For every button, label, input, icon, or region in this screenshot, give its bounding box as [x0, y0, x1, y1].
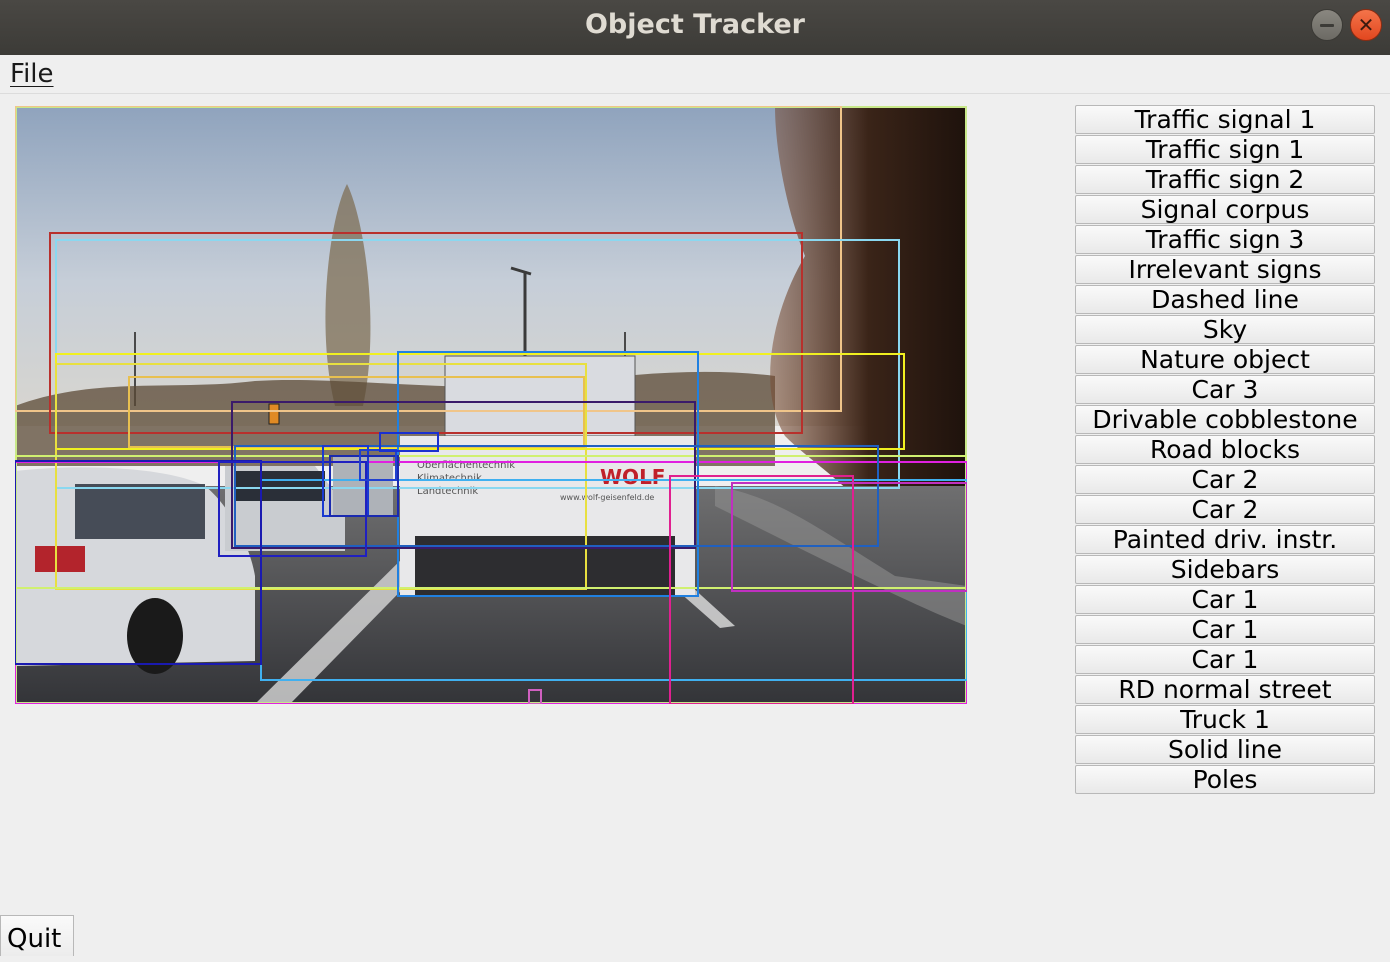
- object-button[interactable]: Drivable cobblestone: [1075, 405, 1375, 434]
- car-far: [333, 456, 393, 516]
- car-left-wagon-window: [75, 484, 205, 539]
- object-button[interactable]: Car 1: [1075, 585, 1375, 614]
- object-button[interactable]: Irrelevant signs: [1075, 255, 1375, 284]
- object-button[interactable]: Traffic sign 3: [1075, 225, 1375, 254]
- object-button[interactable]: Solid line: [1075, 735, 1375, 764]
- object-button[interactable]: RD normal street: [1075, 675, 1375, 704]
- truck-text: Klimatechnik: [417, 473, 482, 484]
- object-button[interactable]: Car 1: [1075, 645, 1375, 674]
- window-title: Object Tracker: [584, 9, 805, 40]
- truck-cabin: [444, 355, 636, 437]
- image-view[interactable]: Oberflächentechnik Klimatechnik Landtech…: [15, 106, 967, 704]
- object-button[interactable]: Car 2: [1075, 465, 1375, 494]
- minimize-icon: [1320, 23, 1334, 27]
- object-button[interactable]: Poles: [1075, 765, 1375, 794]
- object-button[interactable]: Road blocks: [1075, 435, 1375, 464]
- object-button[interactable]: Painted driv. instr.: [1075, 525, 1375, 554]
- quit-button[interactable]: Quit: [0, 915, 74, 956]
- annotated-image: Oberflächentechnik Klimatechnik Landtech…: [15, 106, 967, 704]
- title-bar: Object Tracker ✕: [0, 0, 1390, 55]
- traffic-signal: [268, 403, 280, 425]
- object-button[interactable]: Car 2: [1075, 495, 1375, 524]
- object-button[interactable]: Car 3: [1075, 375, 1375, 404]
- car-wheel: [127, 598, 183, 674]
- object-list: Traffic signal 1 Traffic sign 1 Traffic …: [1075, 105, 1375, 795]
- object-button[interactable]: Nature object: [1075, 345, 1375, 374]
- object-button[interactable]: Truck 1: [1075, 705, 1375, 734]
- object-button[interactable]: Sky: [1075, 315, 1375, 344]
- truck-url: www.wolf-geisenfeld.de: [560, 493, 654, 502]
- close-icon: ✕: [1357, 13, 1375, 37]
- truck-logo: WOLF: [600, 465, 665, 489]
- menu-file[interactable]: File: [10, 59, 54, 89]
- object-button[interactable]: Car 1: [1075, 615, 1375, 644]
- object-button[interactable]: Traffic sign 1: [1075, 135, 1375, 164]
- object-button[interactable]: Dashed line: [1075, 285, 1375, 314]
- object-button[interactable]: Traffic signal 1: [1075, 105, 1375, 134]
- minimize-button[interactable]: [1311, 9, 1343, 41]
- menu-bar: File: [0, 55, 1390, 94]
- object-button[interactable]: Signal corpus: [1075, 195, 1375, 224]
- object-button[interactable]: Traffic sign 2: [1075, 165, 1375, 194]
- car-middle-window: [235, 471, 325, 501]
- close-button[interactable]: ✕: [1350, 9, 1382, 41]
- car-left-taillight: [35, 546, 85, 572]
- object-button[interactable]: Sidebars: [1075, 555, 1375, 584]
